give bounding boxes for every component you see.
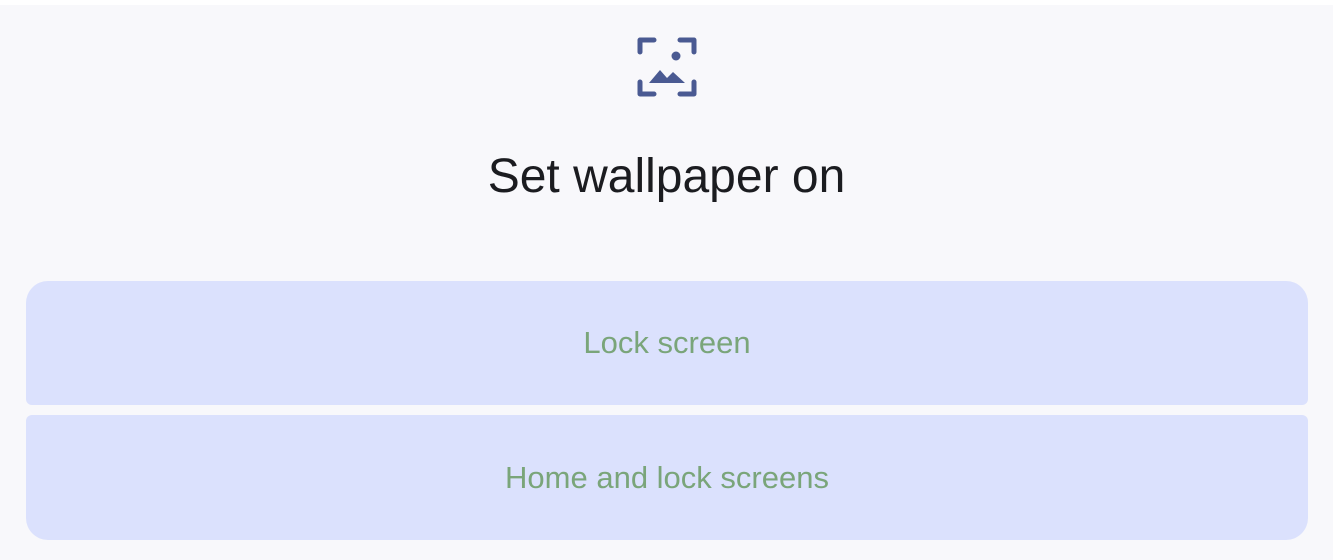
lock-screen-label: Lock screen: [583, 325, 751, 360]
home-and-lock-screens-label: Home and lock screens: [505, 460, 829, 495]
lock-screen-button[interactable]: Lock screen: [26, 281, 1308, 405]
wallpaper-dialog: Set wallpaper on Lock screen Home and lo…: [0, 5, 1333, 560]
wallpaper-icon: [636, 36, 698, 98]
dialog-title: Set wallpaper on: [487, 150, 846, 203]
home-and-lock-screens-button[interactable]: Home and lock screens: [26, 415, 1308, 540]
